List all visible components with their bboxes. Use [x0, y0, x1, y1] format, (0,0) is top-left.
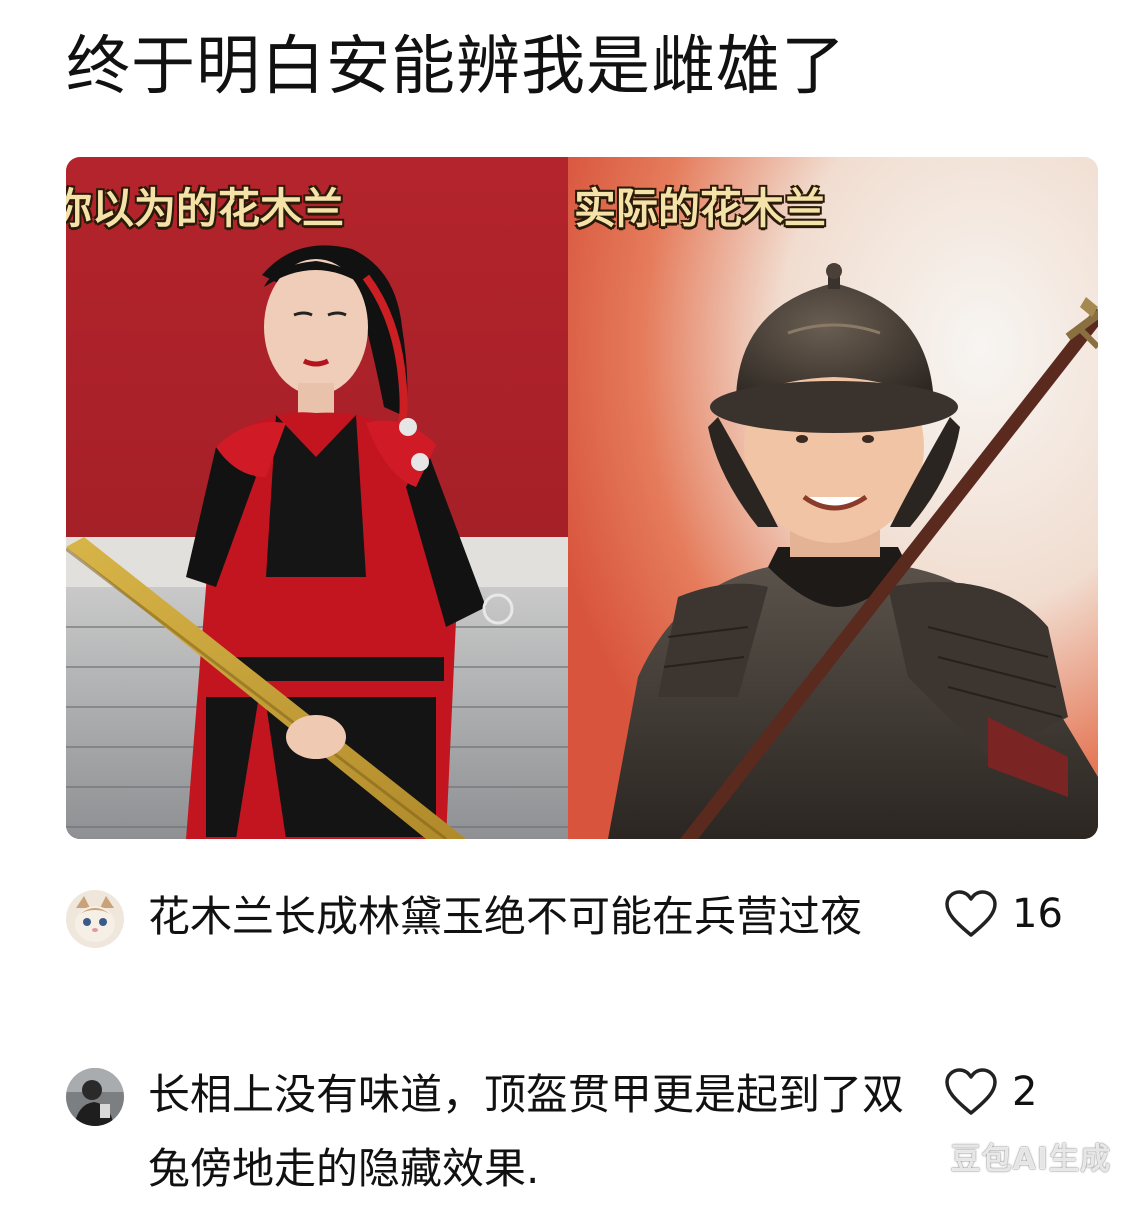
actual-caption: 实际的花木兰 — [574, 184, 827, 233]
heart-icon — [945, 1068, 997, 1115]
imagined-caption: 你以为的花木兰 — [66, 184, 345, 233]
imagined-mulan-illustration — [66, 157, 568, 839]
cat-avatar-icon[interactable] — [66, 890, 124, 948]
like-count: 16 — [1012, 891, 1063, 937]
comment-text: 长相上没有味道，顶盔贯甲更是起到了双兔傍地走的隐藏效果. — [148, 1070, 905, 1193]
comment-text: 花木兰长成林黛玉绝不可能在兵营过夜 — [148, 892, 863, 941]
actual-mulan-illustration — [568, 157, 1098, 839]
heart-icon — [945, 890, 997, 937]
watermark: 豆包AI生成 — [950, 1142, 1111, 1177]
like-button[interactable]: 16 — [944, 884, 1063, 944]
like-count: 2 — [1012, 1069, 1038, 1115]
image-panel-actual: 实际的花木兰 — [568, 157, 1098, 839]
image-panel-imagined: 你以为的花木兰 — [66, 157, 568, 839]
post-image[interactable]: 你以为的花木兰 实际的花木兰 — [66, 157, 1098, 839]
post-title: 终于明白安能辨我是雌雄了 — [66, 30, 846, 104]
person-avatar-icon[interactable] — [66, 1068, 124, 1126]
like-button[interactable]: 2 — [944, 1062, 1037, 1122]
